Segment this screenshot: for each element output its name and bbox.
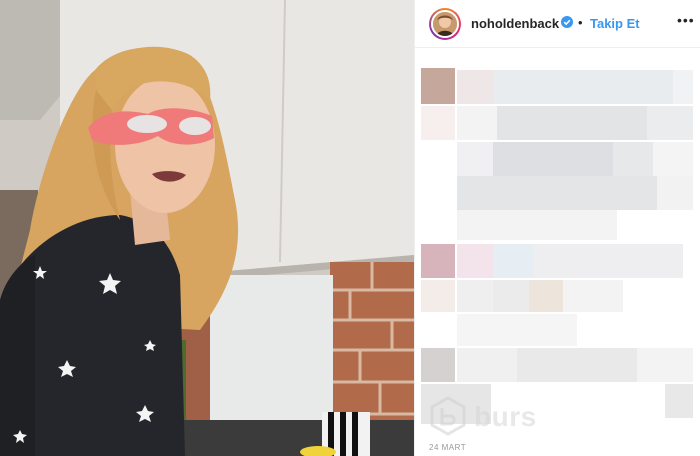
watermark-text: burs xyxy=(474,401,537,432)
blur-block xyxy=(421,348,455,382)
blur-block xyxy=(457,244,493,278)
blur-block xyxy=(637,348,693,382)
blur-block xyxy=(421,280,455,312)
blur-block xyxy=(457,176,657,210)
verified-badge-icon xyxy=(561,16,573,28)
post-side-panel: noholdenback • Takip Et ••• 24 MART xyxy=(414,0,700,456)
more-options-icon[interactable]: ••• xyxy=(677,12,695,28)
follow-button[interactable]: Takip Et xyxy=(590,16,640,31)
avatar-image xyxy=(431,10,459,38)
blur-block xyxy=(457,280,493,312)
watermark: burs xyxy=(428,394,568,438)
post-date: 24 MART xyxy=(429,443,467,452)
post-header: noholdenback • Takip Et ••• xyxy=(415,0,700,48)
blur-block xyxy=(457,106,497,140)
watermark-logo-icon xyxy=(430,396,466,436)
blur-block xyxy=(493,280,529,312)
avatar[interactable] xyxy=(429,8,461,40)
photo-illustration xyxy=(0,0,414,456)
blur-block xyxy=(457,348,517,382)
username-link[interactable]: noholdenback xyxy=(471,16,559,31)
post-photo xyxy=(0,0,414,456)
blur-block xyxy=(493,244,533,278)
blur-block xyxy=(665,384,693,418)
blur-block xyxy=(497,106,647,140)
blur-block xyxy=(493,70,673,104)
blur-block xyxy=(533,244,683,278)
blur-block xyxy=(457,142,493,176)
blur-block xyxy=(421,68,455,104)
separator-dot: • xyxy=(578,15,583,30)
blur-block xyxy=(613,142,653,176)
blur-block xyxy=(647,106,693,140)
blur-block xyxy=(657,176,693,210)
blur-block xyxy=(493,142,613,176)
blur-block xyxy=(563,280,623,312)
blur-block xyxy=(457,70,493,104)
blur-block xyxy=(457,210,617,240)
blur-block xyxy=(517,348,637,382)
blur-block xyxy=(529,280,563,312)
blur-block xyxy=(421,106,455,140)
blur-block xyxy=(673,70,693,104)
blur-block xyxy=(421,244,455,278)
blur-block xyxy=(457,314,577,346)
blur-block xyxy=(653,142,693,176)
